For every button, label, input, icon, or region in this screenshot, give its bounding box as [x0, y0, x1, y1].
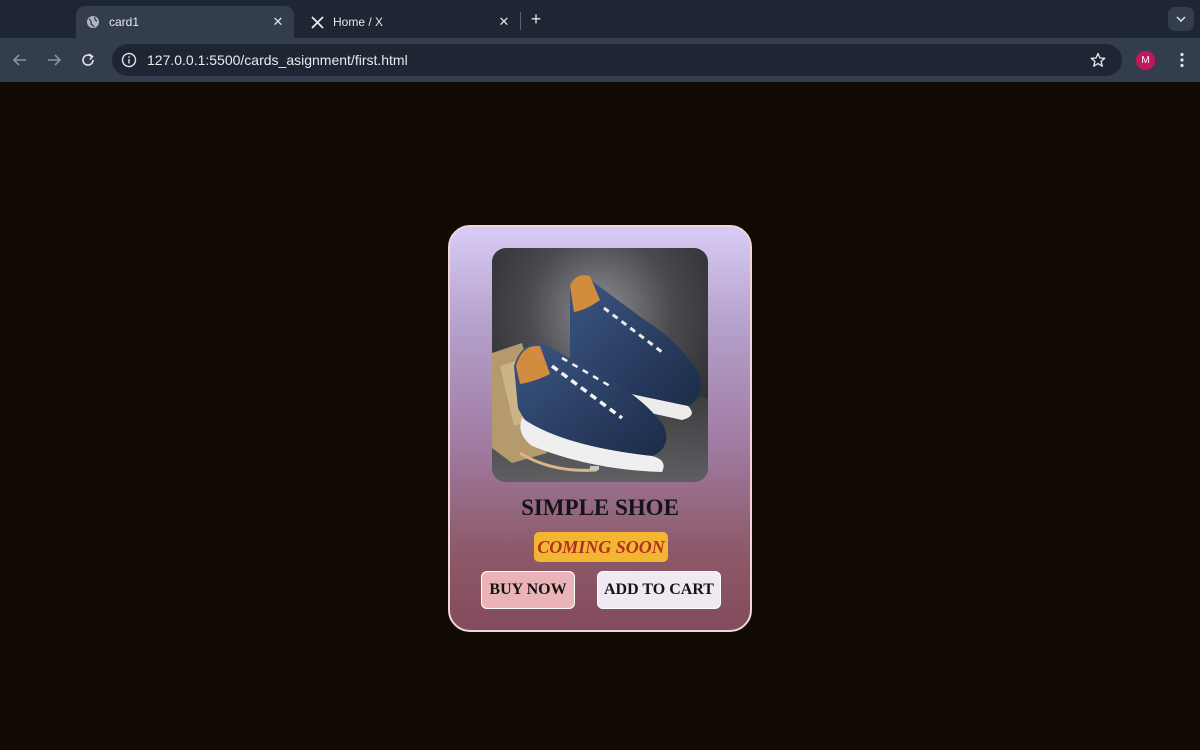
coming-soon-badge: COMING SOON [534, 532, 668, 562]
tab-card1[interactable]: card1 ✕ [76, 6, 294, 38]
add-to-cart-button[interactable]: ADD TO CART [597, 571, 721, 609]
tab-title: Home / X [333, 15, 384, 29]
product-title: SIMPLE SHOE [521, 495, 679, 520]
reload-icon[interactable] [76, 48, 100, 72]
tab-bar: card1 ✕ Home / X ✕ + [0, 0, 1200, 38]
buy-now-button[interactable]: BUY NOW [481, 571, 575, 609]
tab-search-chevron-icon[interactable] [1168, 7, 1194, 31]
url-text[interactable]: 127.0.0.1:5500/cards_asignment/first.htm… [147, 52, 408, 68]
product-image [492, 248, 708, 482]
new-tab-icon[interactable]: + [526, 9, 546, 29]
x-logo-icon [309, 14, 325, 30]
product-card: SIMPLE SHOE COMING SOON BUY NOW ADD TO C… [448, 225, 752, 632]
back-arrow-icon[interactable] [8, 48, 32, 72]
globe-icon [85, 14, 101, 30]
close-tab-icon[interactable]: ✕ [268, 12, 288, 32]
browser-toolbar: 127.0.0.1:5500/cards_asignment/first.htm… [0, 38, 1200, 82]
site-info-icon[interactable] [120, 51, 138, 69]
address-bar[interactable]: 127.0.0.1:5500/cards_asignment/first.htm… [112, 44, 1122, 76]
forward-arrow-icon[interactable] [42, 48, 66, 72]
tab-title: card1 [109, 15, 140, 29]
close-tab-icon[interactable]: ✕ [494, 12, 514, 32]
profile-avatar[interactable]: M [1136, 51, 1155, 70]
bookmark-star-icon[interactable] [1088, 50, 1108, 70]
tab-home-x[interactable]: Home / X ✕ [300, 6, 520, 38]
kebab-menu-icon[interactable] [1172, 48, 1192, 72]
tab-separator [520, 12, 521, 30]
